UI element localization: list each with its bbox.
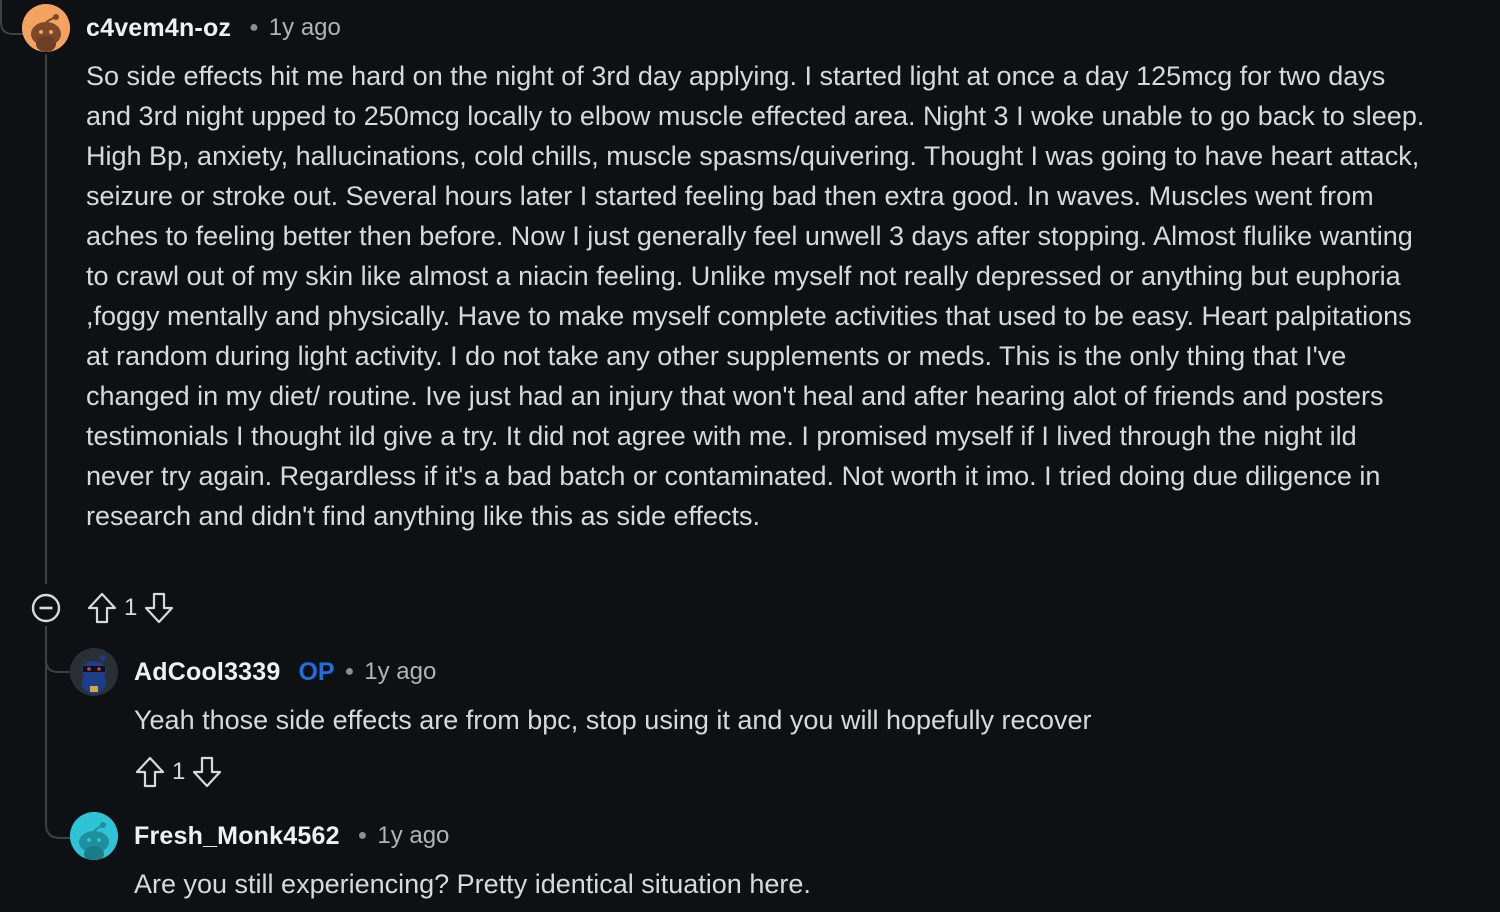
vote-bar: 1 (86, 590, 175, 626)
collapse-icon (31, 593, 61, 623)
comment-meta: Fresh_Monk4562 ● 1y ago (134, 818, 449, 854)
comment-body: Are you still experiencing? Pretty ident… (134, 869, 811, 899)
downvote-icon (145, 592, 174, 624)
separator-dot: ● (249, 19, 259, 36)
downvote-button[interactable] (143, 591, 175, 625)
comment-thread: c4vem4n-oz ● 1y ago So side effects hit … (0, 0, 1500, 912)
timestamp[interactable]: 1y ago (269, 14, 341, 42)
comment-body: So side effects hit me hard on the night… (86, 61, 1425, 531)
comment-meta: AdCool3339 OP ● 1y ago (134, 654, 436, 690)
downvote-icon (193, 756, 222, 788)
upvote-button[interactable] (134, 755, 166, 789)
comment-body: Yeah those side effects are from bpc, st… (134, 705, 1092, 735)
avatar[interactable] (22, 4, 70, 52)
upvote-icon (87, 592, 117, 624)
vote-count: 1 (124, 594, 138, 621)
thread-line-main (45, 54, 47, 584)
op-badge: OP (298, 657, 335, 686)
separator-dot: ● (344, 663, 355, 680)
timestamp[interactable]: 1y ago (364, 658, 436, 686)
avatar-snoo-icon (70, 648, 118, 696)
collapse-button[interactable] (30, 592, 62, 629)
username[interactable]: AdCool3339 (134, 658, 280, 687)
separator-dot: ● (357, 827, 368, 844)
upvote-icon (135, 756, 165, 788)
avatar[interactable] (70, 648, 118, 696)
vote-count: 1 (172, 758, 186, 785)
vote-bar: 1 (134, 754, 223, 790)
upvote-button[interactable] (86, 591, 118, 625)
username[interactable]: Fresh_Monk4562 (134, 822, 340, 851)
username[interactable]: c4vem4n-oz (86, 14, 231, 43)
downvote-button[interactable] (191, 755, 223, 789)
avatar-snoo-icon (22, 4, 70, 52)
comment-meta: c4vem4n-oz ● 1y ago (86, 10, 341, 46)
avatar[interactable] (70, 812, 118, 860)
avatar-snoo-icon (70, 812, 118, 860)
timestamp[interactable]: 1y ago (377, 822, 449, 850)
